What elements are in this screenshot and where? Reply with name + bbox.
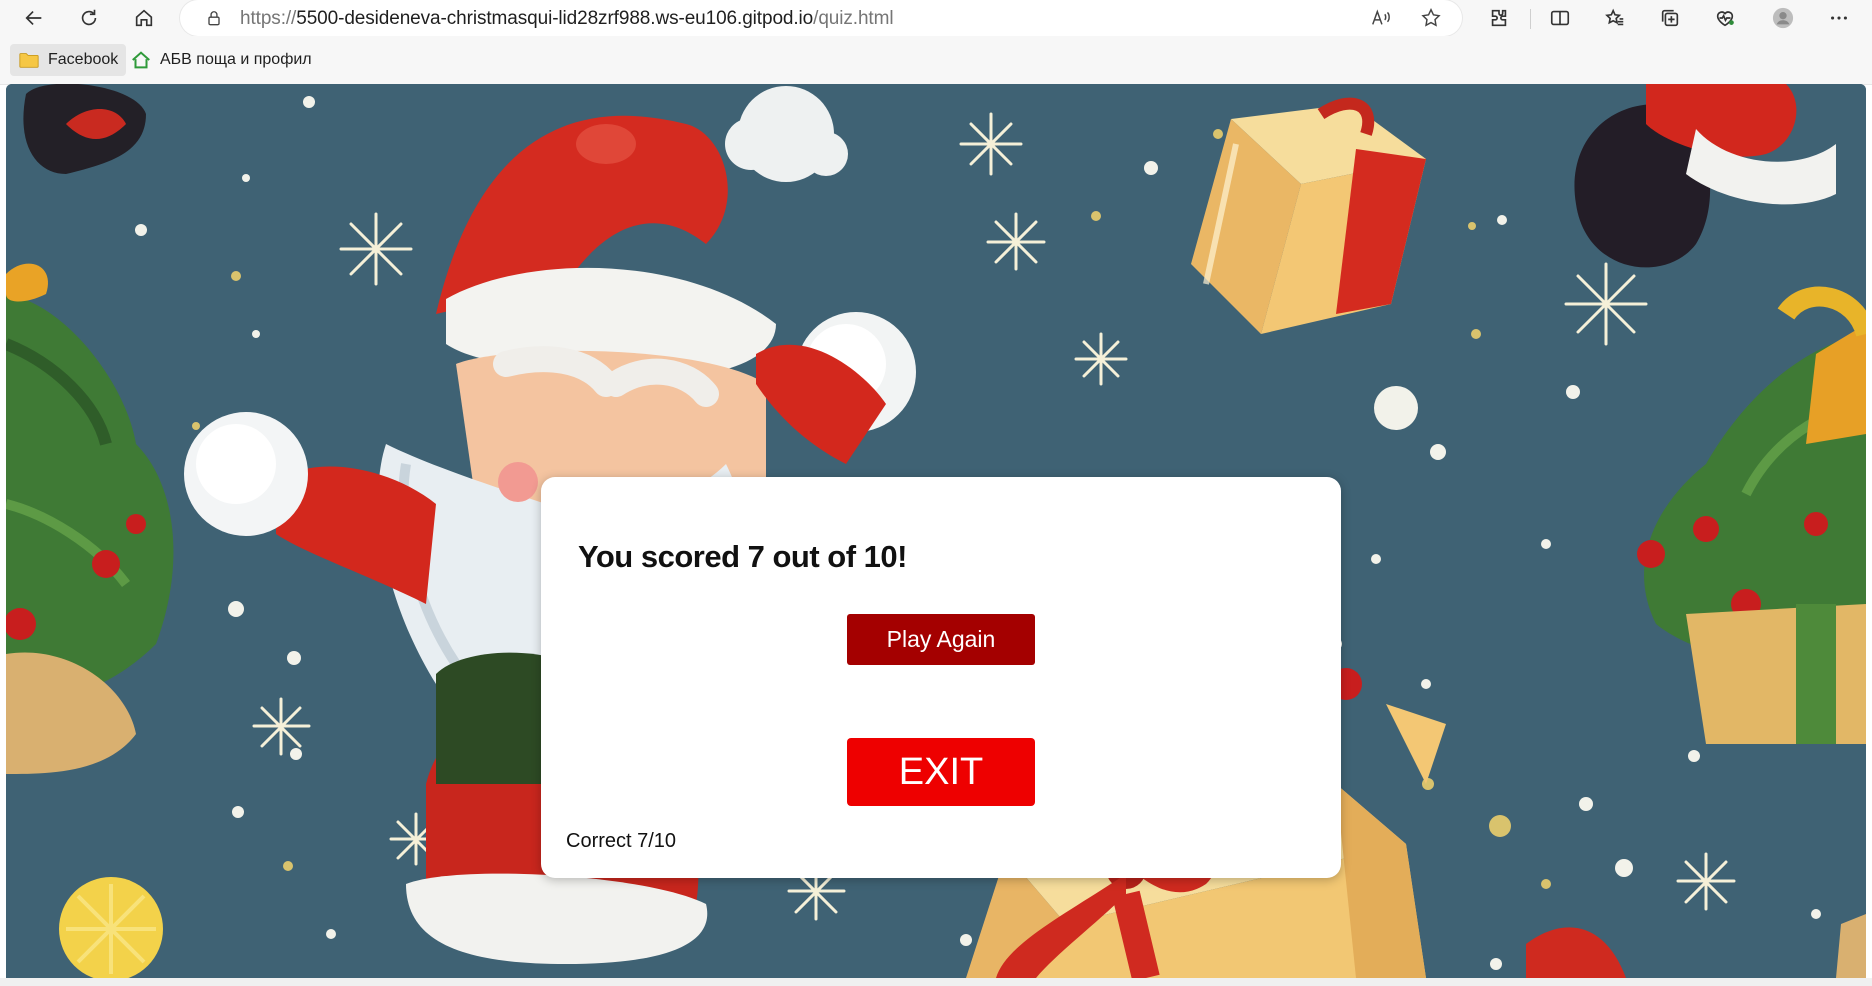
browser-toolbar: https://5500-desideneva-christmasqui-lid… bbox=[0, 0, 1872, 36]
house-icon bbox=[132, 51, 150, 69]
lock-icon[interactable] bbox=[204, 8, 224, 28]
home-icon[interactable] bbox=[127, 2, 161, 34]
bookmark-label: Facebook bbox=[48, 51, 119, 68]
url-path: /quiz.html bbox=[813, 8, 894, 29]
toolbar-divider bbox=[1530, 9, 1531, 29]
back-icon[interactable] bbox=[17, 2, 51, 34]
extensions-icon[interactable] bbox=[1482, 2, 1516, 34]
read-aloud-icon[interactable] bbox=[1370, 7, 1392, 29]
url-text[interactable]: https://5500-desideneva-christmasqui-lid… bbox=[240, 8, 894, 30]
favorite-star-icon[interactable] bbox=[1420, 7, 1442, 29]
refresh-icon[interactable] bbox=[72, 2, 106, 34]
bookmark-label: АБВ поща и профил bbox=[160, 51, 312, 68]
play-again-button[interactable]: Play Again bbox=[847, 614, 1035, 665]
correct-count: Correct 7/10 bbox=[566, 830, 677, 852]
favorites-icon[interactable] bbox=[1598, 2, 1632, 34]
bookmark-facebook[interactable]: Facebook bbox=[10, 44, 127, 76]
window-bottom-edge bbox=[0, 978, 1872, 986]
folder-icon bbox=[19, 53, 39, 68]
collections-icon[interactable] bbox=[1653, 2, 1687, 34]
url-scheme: https:// bbox=[240, 8, 297, 29]
split-screen-icon[interactable] bbox=[1543, 2, 1577, 34]
bookmark-abv-mail[interactable]: АБВ поща и профил bbox=[122, 44, 320, 76]
url-host: 5500-desideneva-christmasqui-lid28zrf988… bbox=[296, 8, 814, 29]
page-viewport: You scored 7 out of 10! Play Again EXIT … bbox=[6, 84, 1866, 978]
profile-icon[interactable] bbox=[1766, 2, 1800, 34]
quiz-result-modal: You scored 7 out of 10! Play Again EXIT … bbox=[541, 477, 1341, 878]
more-icon[interactable] bbox=[1822, 2, 1856, 34]
browser-essentials-icon[interactable] bbox=[1708, 2, 1742, 34]
exit-button[interactable]: EXIT bbox=[847, 738, 1035, 806]
score-heading: You scored 7 out of 10! bbox=[578, 539, 907, 574]
bookmarks-bar: Facebook АБВ поща и профил bbox=[0, 36, 1872, 85]
address-bar[interactable]: https://5500-desideneva-christmasqui-lid… bbox=[180, 0, 1462, 36]
